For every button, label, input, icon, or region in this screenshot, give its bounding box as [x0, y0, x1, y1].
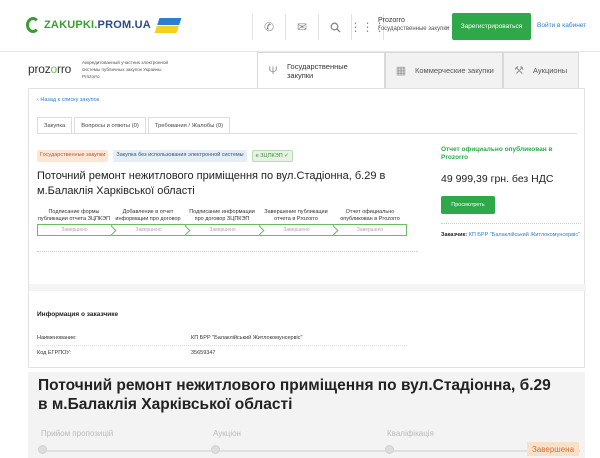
- building-icon: ▦: [395, 65, 407, 77]
- banner-step-label: Аукціон: [213, 429, 241, 438]
- info-value: 35659347: [191, 350, 216, 356]
- prozorro-selector-sub: Государственные закупки: [378, 26, 450, 32]
- logo-text: ZAKUPKI.PROM.UA: [44, 19, 151, 31]
- step-status: Завершено: [259, 224, 333, 236]
- phone-icon[interactable]: ✆: [252, 14, 285, 40]
- section-separator: [29, 284, 586, 291]
- banner-step-label: Прийом пропозицій: [41, 429, 114, 438]
- top-icons: ✆ ✉ ⋮⋮⋮: [252, 14, 386, 40]
- step-label: Завершение публикации отчета в Prozorro: [264, 209, 328, 222]
- publication-status: Отчет официально опубликован в Prozorro: [441, 146, 553, 161]
- trident-icon: Ψ: [268, 64, 278, 77]
- divider: [37, 345, 407, 346]
- login-link[interactable]: Войти в кабинет: [537, 22, 586, 29]
- customer: Заказчик: КП БРР "Балаклійський Житлоком…: [441, 232, 581, 239]
- prozorro-logo[interactable]: prozorro: [28, 62, 71, 76]
- divider: [37, 251, 417, 252]
- banner-progress-line: [40, 450, 580, 452]
- gavel-icon: ⚒: [514, 65, 524, 77]
- chevron-down-icon: ⌄: [444, 23, 450, 30]
- banner-title: Поточний ремонт нежитлового приміщення п…: [38, 377, 551, 413]
- category-tabs: Ψ Государственные закупки ▦ Коммерческие…: [257, 52, 579, 88]
- customer-info-heading: Информация о заказчике: [37, 311, 119, 318]
- badge-no-system: Закупка без использования электронной си…: [113, 150, 247, 162]
- step-label: Подписание информации про договор ЗЦПКЭП: [189, 209, 255, 222]
- prozorro-selector-title: Prozorro: [378, 17, 405, 24]
- mail-icon[interactable]: ✉: [285, 14, 318, 40]
- banner-step-dot: [211, 445, 220, 454]
- badges: Государственные закупки Закупка без испо…: [37, 150, 293, 162]
- tab-tender[interactable]: Закупка: [37, 117, 73, 134]
- step-status: Завершено: [37, 224, 111, 236]
- banner-step-current: Завершена: [527, 442, 579, 456]
- step-label: Отчет официально опубликован в Prozorro: [340, 209, 400, 222]
- info-label: Код ЕГРПОУ:: [37, 350, 72, 356]
- price: 49 999,39 грн. без НДС: [441, 173, 554, 185]
- step-status: Завершено: [111, 224, 185, 236]
- tab-label: Коммерческие закупки: [415, 66, 494, 75]
- tab-government[interactable]: Ψ Государственные закупки: [257, 52, 385, 88]
- prozorro-selector[interactable]: Prozorro Государственные закупки ⌄: [378, 16, 450, 34]
- step-label: Добавление в отчет информации про догово…: [115, 209, 181, 222]
- tab-questions[interactable]: Вопросы и ответы (0): [74, 117, 146, 134]
- top-bar: ZAKUPKI.PROM.UA ✆ ✉ ⋮⋮⋮ Prozorro Государ…: [0, 0, 600, 52]
- step-status: Завершено: [185, 224, 259, 236]
- badge-signature: е ЗЦПКЭП ✓: [251, 150, 293, 162]
- summary-panel: Отчет официально опубликован в Prozorro …: [441, 146, 581, 239]
- info-value: КП БРР "Балаклійський Житлокомунсервіс": [191, 335, 303, 341]
- progress-steps: Подписание формы публикации отчета ЗЦПКЭ…: [37, 209, 407, 236]
- search-icon[interactable]: [318, 14, 351, 40]
- logo-mark-icon: [26, 16, 40, 34]
- prozorro-description: Аккредитованный участник электронной сис…: [82, 60, 169, 79]
- banner-step-dot: [385, 445, 394, 454]
- banner-steps: Прийом пропозицій Аукціон Кваліфікація: [28, 429, 585, 441]
- ukraine-flag-icon: [154, 17, 182, 33]
- step-label: Подписание формы публикации отчета ЗЦПКЭ…: [37, 209, 111, 222]
- info-label: Наименование:: [37, 335, 77, 341]
- divider: [441, 223, 581, 224]
- banner-step-label: Кваліфікація: [387, 429, 434, 438]
- tender-title: Поточний ремонт нежитлового приміщення п…: [37, 170, 386, 197]
- site-header: prozorro Аккредитованный участник электр…: [0, 52, 600, 88]
- customer-label: Заказчик:: [441, 232, 468, 238]
- tender-banner: Поточний ремонт нежитлового приміщення п…: [28, 372, 585, 458]
- banner-step-dot: [38, 445, 47, 454]
- tender-tabs: Закупка Вопросы и ответы (0) Требования …: [37, 117, 232, 134]
- badge-government: Государственные закупки: [37, 150, 109, 162]
- tab-label: Аукционы: [533, 66, 568, 75]
- view-button[interactable]: Просмотреть: [441, 196, 495, 214]
- tab-auctions[interactable]: ⚒ Аукционы: [503, 52, 579, 88]
- tab-divider: [37, 133, 577, 134]
- step-status: Завершено: [333, 224, 407, 236]
- tab-label: Государственные закупки: [286, 61, 348, 80]
- customer-link[interactable]: КП БРР "Балаклійський Житлокомунсервіс": [469, 232, 580, 238]
- tab-complaints[interactable]: Требования / Жалобы (0): [147, 117, 231, 134]
- back-link[interactable]: ‹ Назад к списку закупок: [37, 97, 99, 103]
- tender-card: ‹ Назад к списку закупок Закупка Вопросы…: [28, 88, 586, 368]
- tab-commercial[interactable]: ▦ Коммерческие закупки: [385, 52, 503, 88]
- register-button[interactable]: Зарегистрироваться: [452, 13, 531, 40]
- zakupki-logo[interactable]: ZAKUPKI.PROM.UA: [26, 16, 182, 34]
